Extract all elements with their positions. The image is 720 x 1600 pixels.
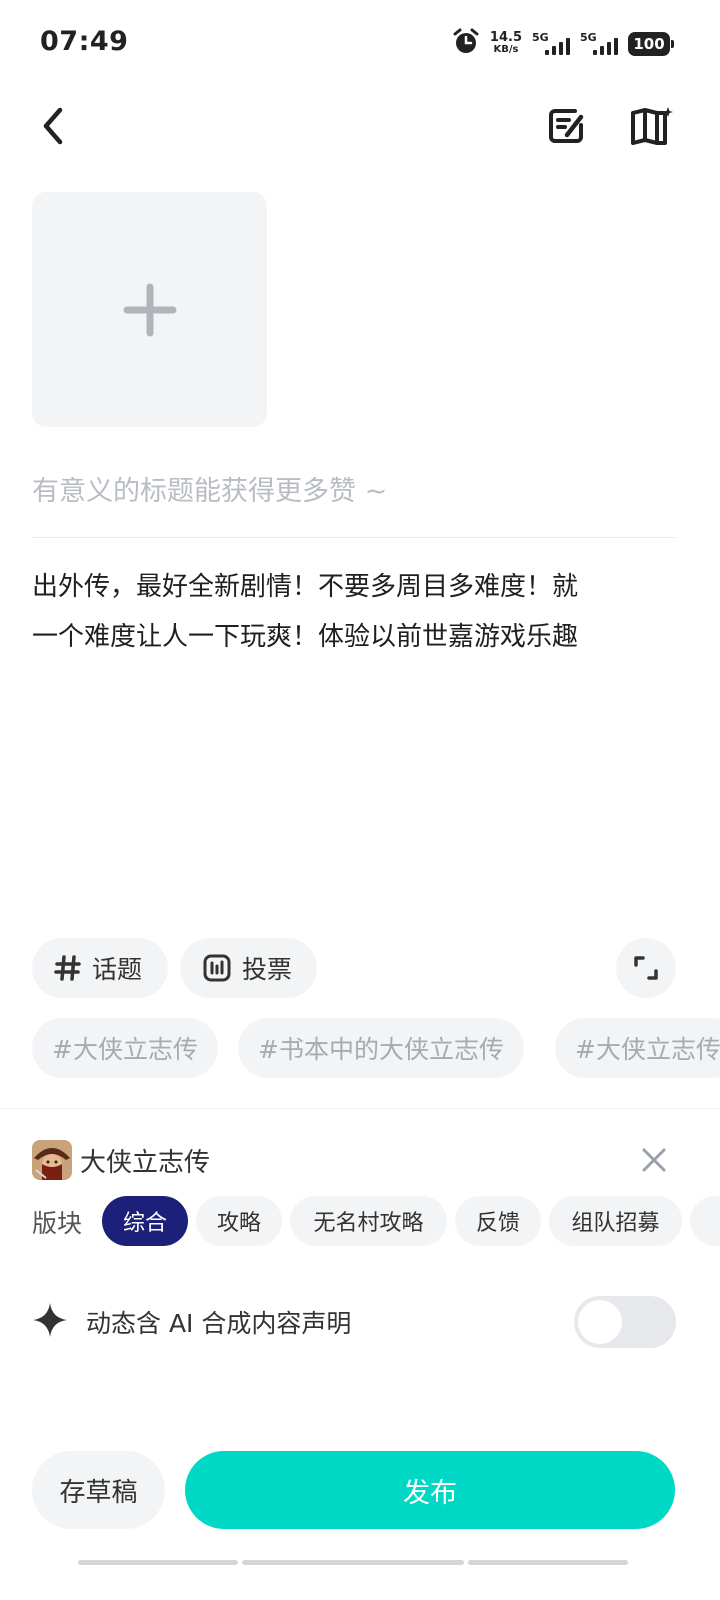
close-icon xyxy=(642,1148,666,1172)
hashtag-icon xyxy=(54,954,82,982)
board-selector: 版块 综合 攻略 无名村攻略 反馈 组队招募 xyxy=(32,1196,720,1246)
home-indicator xyxy=(78,1560,238,1565)
topic-chip[interactable]: #大侠立志传 xyxy=(555,1018,720,1078)
back-button[interactable] xyxy=(30,102,74,150)
board-chip-team-recruit[interactable]: 组队招募 xyxy=(549,1196,682,1246)
book-sparkle-icon xyxy=(631,107,673,145)
signal-icon: 5G xyxy=(580,29,618,59)
expand-button[interactable] xyxy=(616,938,676,998)
ai-statement-toggle[interactable] xyxy=(574,1296,676,1348)
topic-chip[interactable]: #大侠立志传 xyxy=(32,1018,218,1078)
title-input[interactable] xyxy=(32,468,676,514)
body-line: 出外传，最好全新剧情！不要多周目多难度！就 xyxy=(32,572,579,602)
vote-label: 投票 xyxy=(242,955,293,984)
publish-button[interactable]: 发布 xyxy=(185,1451,675,1529)
draft-box-button[interactable] xyxy=(542,102,590,150)
board-chip-village-guide[interactable]: 无名村攻略 xyxy=(290,1196,447,1246)
game-avatar xyxy=(32,1140,72,1180)
toggle-knob xyxy=(578,1300,622,1344)
net-speed: 14.5 KB/s xyxy=(489,30,522,55)
section-divider xyxy=(0,1108,720,1109)
home-indicator xyxy=(468,1560,628,1565)
remove-game-button[interactable] xyxy=(638,1144,670,1176)
sparkle-icon xyxy=(32,1302,68,1342)
home-indicator xyxy=(242,1560,464,1565)
chevron-left-icon xyxy=(43,107,63,145)
game-name: 大侠立志传 xyxy=(80,1147,211,1178)
status-bar: 07:49 14.5 KB/s 5G 5G 100 xyxy=(0,0,720,90)
vote-button[interactable]: 投票 xyxy=(180,938,317,998)
alarm-icon xyxy=(452,28,480,60)
vote-icon xyxy=(202,953,232,983)
board-chip-more[interactable] xyxy=(690,1196,720,1246)
status-icons: 14.5 KB/s 5G 5G 100 xyxy=(452,26,674,62)
body-line: 一个难度让人一下玩爽！体验以前世嘉游戏乐趣 xyxy=(32,622,579,652)
add-image-button[interactable] xyxy=(32,192,267,427)
topic-label: 话题 xyxy=(92,955,143,984)
topic-chip[interactable]: #书本中的大侠立志传 xyxy=(238,1018,524,1078)
plus-icon xyxy=(123,283,176,336)
topic-button[interactable]: 话题 xyxy=(32,938,168,998)
status-time: 07:49 xyxy=(40,26,129,57)
board-chip-guide[interactable]: 攻略 xyxy=(196,1196,282,1246)
board-chip-general[interactable]: 综合 xyxy=(102,1196,188,1246)
ai-statement-label: 动态含 AI 合成内容声明 xyxy=(86,1309,352,1338)
battery-icon: 100 xyxy=(628,32,674,56)
selected-game[interactable]: 大侠立志传 xyxy=(32,1140,676,1180)
guide-button[interactable] xyxy=(628,102,676,150)
edit-note-icon xyxy=(549,109,584,143)
title-divider xyxy=(32,537,676,538)
ai-statement-row: 动态含 AI 合成内容声明 xyxy=(32,1296,676,1348)
expand-icon xyxy=(634,956,658,980)
signal-icon: 5G xyxy=(532,29,570,59)
save-draft-button[interactable]: 存草稿 xyxy=(32,1451,165,1529)
body-editor[interactable]: 出外传，最好全新剧情！不要多周目多难度！就 一个难度让人一下玩爽！体验以前世嘉游… xyxy=(32,562,672,662)
board-label: 版块 xyxy=(32,1209,83,1238)
board-chip-feedback[interactable]: 反馈 xyxy=(455,1196,541,1246)
suggested-topics: #大侠立志传 #书本中的大侠立志传 #大侠立志传 xyxy=(32,1018,720,1078)
